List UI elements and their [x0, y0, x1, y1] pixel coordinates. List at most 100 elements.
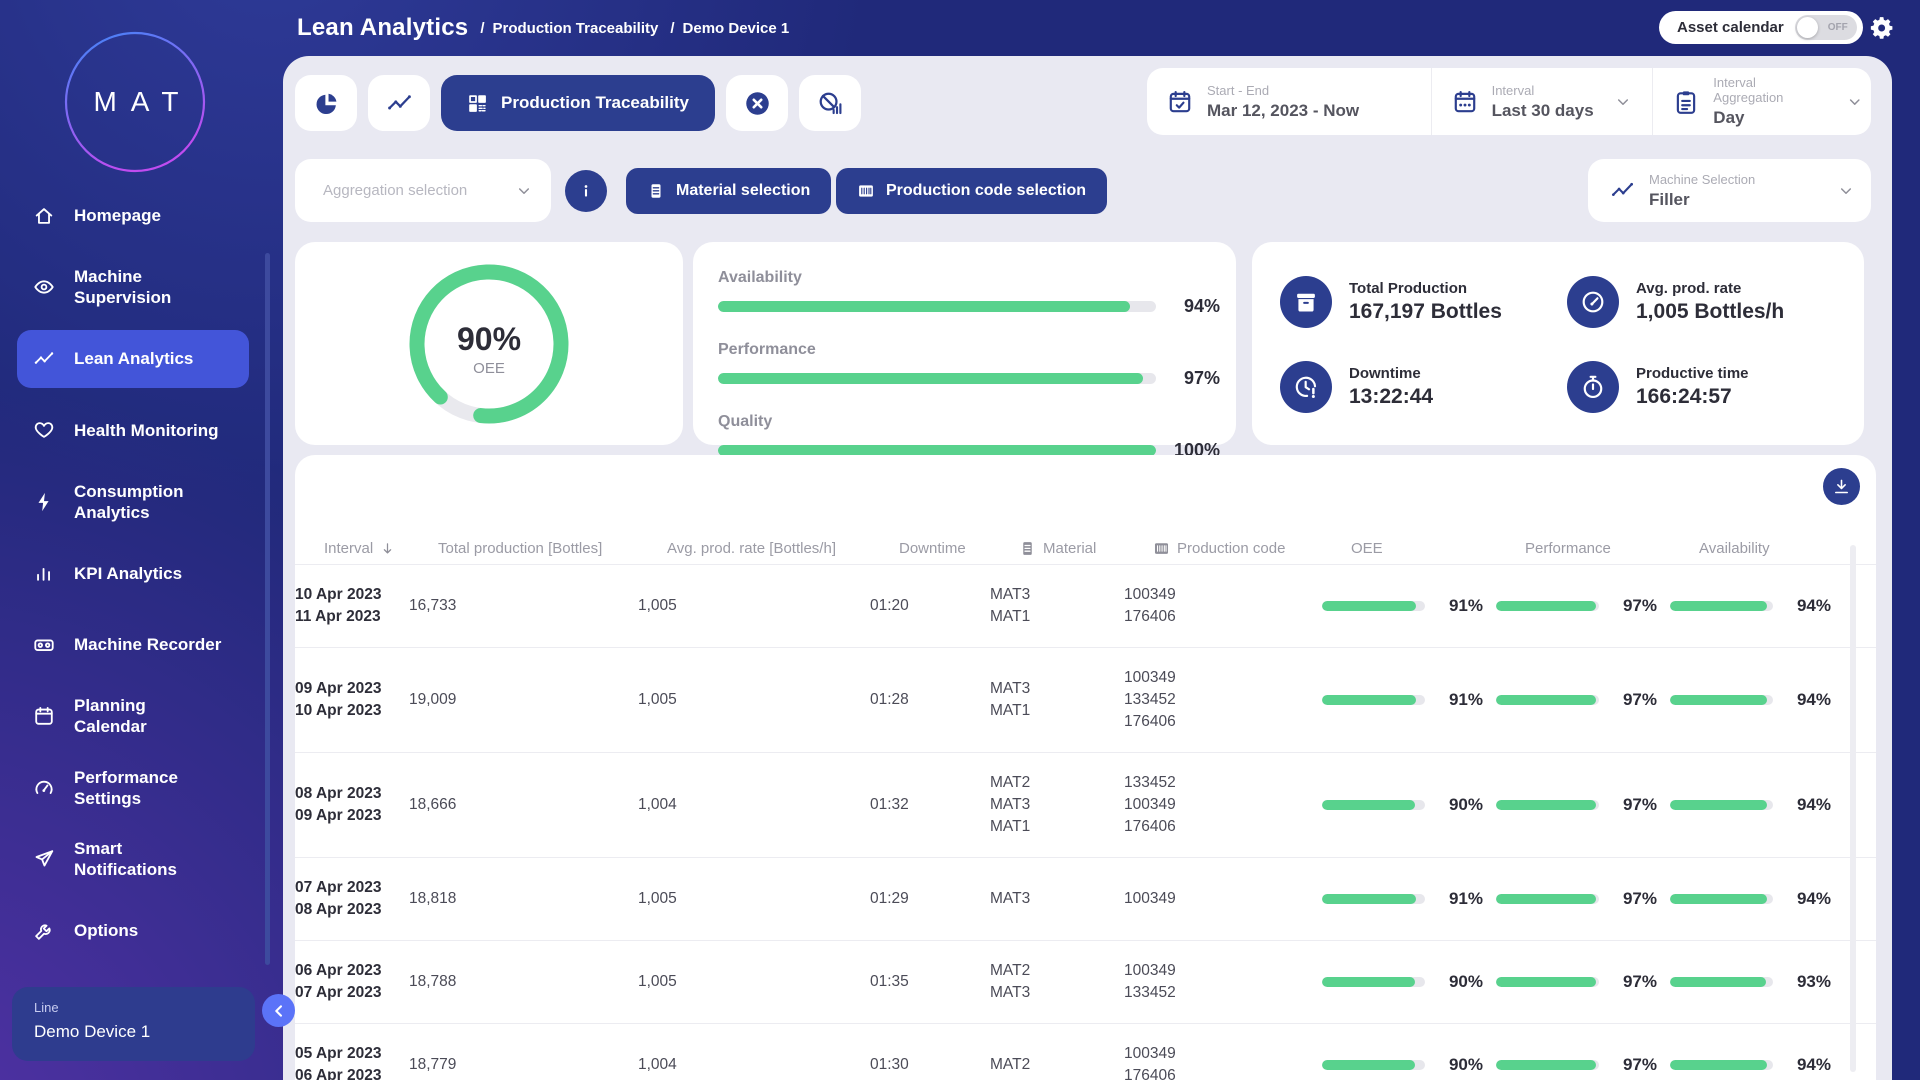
- sidebar-item-machine-supervision[interactable]: Machine Supervision: [17, 252, 249, 324]
- sidebar-item-kpi-analytics[interactable]: KPI Analytics: [17, 538, 249, 610]
- download-icon: [1832, 477, 1851, 496]
- line-chart-icon: [1610, 178, 1635, 203]
- device-line-label: Line: [34, 1000, 233, 1015]
- kpi-bars: Availability94%Performance97%Quality100%: [718, 269, 1220, 461]
- cell-material: MAT3: [990, 888, 1124, 910]
- sidebar-item-homepage[interactable]: Homepage: [17, 180, 249, 252]
- sidebar-item-consumption-analytics[interactable]: Consumption Analytics: [17, 466, 249, 538]
- sidebar-item-performance-settings[interactable]: Performance Settings: [17, 752, 249, 824]
- cell-production-code: 100349176406: [1124, 1043, 1322, 1080]
- recorder-icon: [33, 634, 55, 656]
- bars-icon: [33, 562, 55, 584]
- stat-value: 1,005 Bottles/h: [1636, 300, 1784, 324]
- device-card[interactable]: Line Demo Device 1: [12, 987, 255, 1061]
- stat-label: Downtime: [1349, 365, 1433, 382]
- machine-selection-dropdown[interactable]: Machine Selection Filler: [1588, 159, 1871, 222]
- column-header-material: Material: [1019, 540, 1153, 557]
- kpi-bar-label: Quality: [718, 413, 1220, 431]
- sidebar: MAT HomepageMachine Supervision Lean Anal…: [0, 0, 283, 1080]
- cell-avg-rate: 1,005: [638, 691, 870, 709]
- download-button[interactable]: [1823, 468, 1860, 505]
- table-body: 10 Apr 202311 Apr 202316,7331,00501:20MA…: [295, 565, 1876, 1080]
- cell-interval: 09 Apr 202310 Apr 2023: [295, 678, 409, 722]
- sidebar-scrollbar[interactable]: [265, 253, 270, 965]
- clear-selection-button[interactable]: [726, 75, 788, 131]
- info-button[interactable]: [565, 170, 607, 212]
- sidebar-item-smart-notifications[interactable]: Smart Notifications: [17, 824, 249, 896]
- interval-label: Interval: [1492, 83, 1594, 98]
- info-icon: [576, 181, 596, 201]
- interval-aggregation-select[interactable]: Interval Aggregation Day: [1653, 68, 1871, 135]
- kpi-bar-label: Performance: [718, 341, 1220, 359]
- kpi-bar-performance: Performance97%: [718, 341, 1220, 389]
- cell-avg-rate: 1,005: [638, 973, 870, 991]
- oee-gauge-caption: OEE: [401, 360, 577, 377]
- traceability-table-card: Interval Total production [Bottles] Avg.…: [295, 455, 1876, 1080]
- sidebar-item-health-monitoring[interactable]: Health Monitoring: [17, 395, 249, 467]
- cell-interval: 10 Apr 202311 Apr 2023: [295, 584, 409, 628]
- production-traceability-tab[interactable]: Production Traceability: [441, 75, 715, 131]
- sidebar-item-label: Performance Settings: [74, 767, 226, 809]
- stat-productive-time: Productive time166:24:57: [1567, 361, 1854, 413]
- cell-availability-bar: 94%: [1670, 690, 1831, 710]
- calendar-icon: [33, 705, 55, 727]
- column-header-interval[interactable]: Interval: [324, 540, 438, 557]
- table-row[interactable]: 08 Apr 202309 Apr 202318,6661,00401:32MA…: [295, 753, 1876, 858]
- stopwatch-icon-badge: [1567, 361, 1619, 413]
- production-code-selection-button[interactable]: Production code selection: [836, 168, 1107, 214]
- sidebar-item-label: Lean Analytics: [74, 348, 226, 369]
- chevron-down-icon: [515, 182, 533, 200]
- table-row[interactable]: 09 Apr 202310 Apr 202319,0091,00501:28MA…: [295, 648, 1876, 753]
- clockalert-icon-badge: [1280, 361, 1332, 413]
- chevron-down-icon: [1846, 93, 1863, 111]
- cell-total-production: 18,788: [409, 973, 638, 991]
- cell-material: MAT3MAT1: [990, 678, 1124, 722]
- hide-empty-data-button[interactable]: [799, 75, 861, 131]
- material-selection-button[interactable]: Material selection: [626, 168, 831, 214]
- breadcrumb: Lean Analytics / Production Traceability…: [297, 0, 789, 56]
- asset-calendar-switch[interactable]: OFF: [1795, 15, 1857, 40]
- sidebar-item-options[interactable]: Options: [17, 895, 249, 967]
- pie-chart-view-button[interactable]: [295, 75, 357, 131]
- cell-downtime: 01:30: [870, 1056, 990, 1074]
- sidebar-item-planning-calendar[interactable]: Planning Calendar: [17, 681, 249, 753]
- oee-gauge-card: 90% OEE: [295, 242, 683, 445]
- cell-availability-bar: 94%: [1670, 596, 1831, 616]
- breadcrumb-item-1[interactable]: / Production Traceability: [480, 20, 658, 37]
- interval-select[interactable]: Interval Last 30 days: [1432, 68, 1653, 135]
- stat-downtime: Downtime13:22:44: [1280, 361, 1567, 413]
- kpi-bars-card: Availability94%Performance97%Quality100%: [693, 242, 1236, 445]
- cell-avg-rate: 1,004: [638, 796, 870, 814]
- stat-label: Total Production: [1349, 280, 1502, 297]
- cell-total-production: 18,818: [409, 890, 638, 908]
- cell-downtime: 01:28: [870, 691, 990, 709]
- sidebar-item-label: Options: [74, 920, 226, 941]
- bolt-icon: [33, 491, 55, 513]
- asset-calendar-toggle[interactable]: Asset calendar OFF: [1659, 11, 1863, 44]
- sidebar-collapse-button[interactable]: [262, 994, 295, 1027]
- switch-knob: [1797, 17, 1818, 38]
- date-range-select[interactable]: Start - End Mar 12, 2023 - Now: [1147, 68, 1431, 135]
- table-scrollbar[interactable]: [1850, 545, 1856, 1072]
- column-header-production-code: Production code: [1153, 540, 1351, 557]
- cell-oee-bar: 90%: [1322, 972, 1496, 992]
- settings-gear-icon[interactable]: [1869, 15, 1895, 41]
- cell-avg-rate: 1,005: [638, 597, 870, 615]
- sidebar-item-machine-recorder[interactable]: Machine Recorder: [17, 609, 249, 681]
- cell-performance-bar: 97%: [1496, 972, 1670, 992]
- cell-production-code: 100349133452176406: [1124, 667, 1322, 733]
- line-chart-view-button[interactable]: [368, 75, 430, 131]
- cell-material: MAT3MAT1: [990, 584, 1124, 628]
- stats-card: Total Production167,197 BottlesAvg. prod…: [1252, 242, 1864, 445]
- table-row[interactable]: 06 Apr 202307 Apr 202318,7881,00501:35MA…: [295, 941, 1876, 1024]
- table-row[interactable]: 10 Apr 202311 Apr 202316,7331,00501:20MA…: [295, 565, 1876, 648]
- table-row[interactable]: 05 Apr 202306 Apr 202318,7791,00401:30MA…: [295, 1024, 1876, 1080]
- cell-performance-bar: 97%: [1496, 690, 1670, 710]
- brand-logo-text: MAT: [64, 31, 206, 173]
- stat-total-production: Total Production167,197 Bottles: [1280, 276, 1567, 328]
- sidebar-item-lean-analytics[interactable]: Lean Analytics: [17, 330, 249, 388]
- cell-avg-rate: 1,004: [638, 1056, 870, 1074]
- table-row[interactable]: 07 Apr 202308 Apr 202318,8181,00501:29MA…: [295, 858, 1876, 941]
- breadcrumb-item-2[interactable]: / Demo Device 1: [670, 20, 789, 37]
- aggregation-selection-dropdown[interactable]: Aggregation selection: [295, 159, 551, 222]
